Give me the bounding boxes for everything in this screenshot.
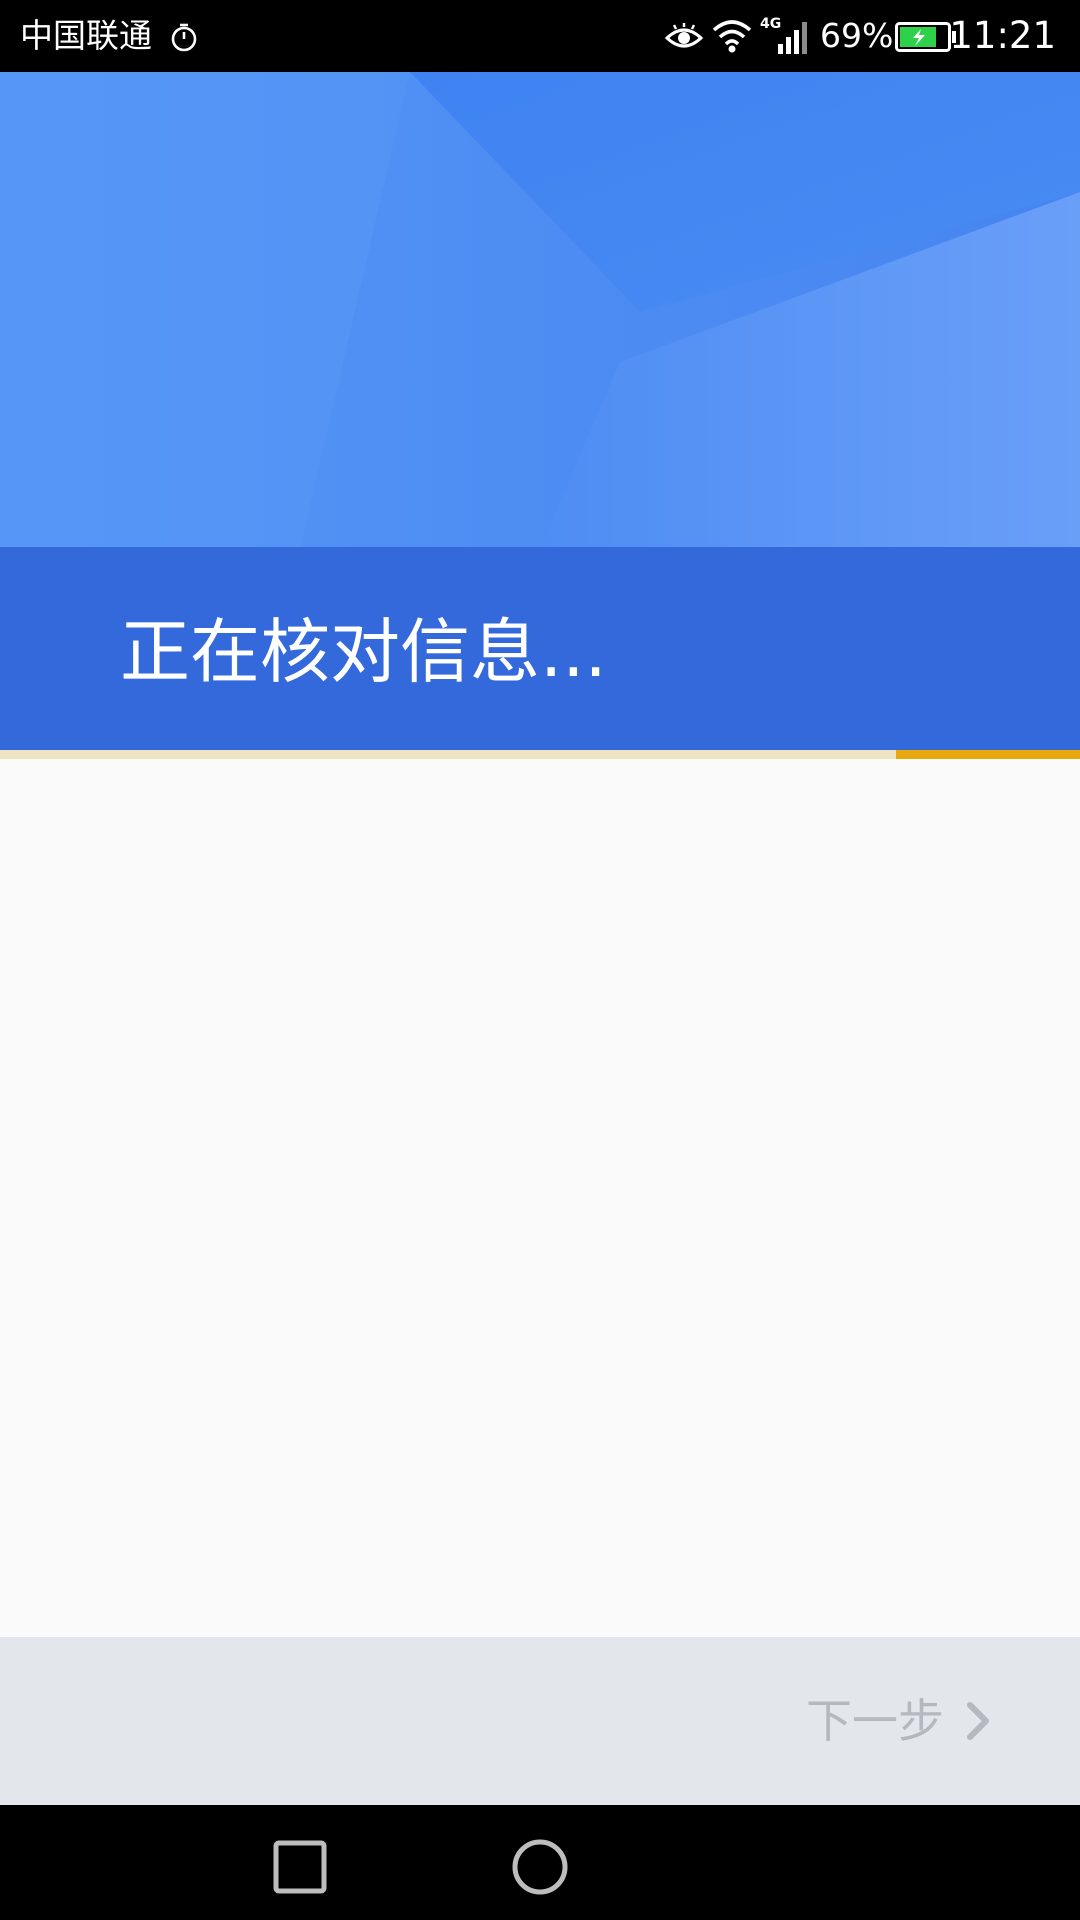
next-step-button[interactable]: 下一步 [806,1685,992,1757]
home-icon[interactable] [510,1837,570,1897]
header-decoration [0,72,1080,549]
navigation-bar [0,1805,1080,1920]
progress-bar-fill [896,750,1080,759]
chevron-right-icon [967,1702,989,1740]
screen: 中国联通 4G 69% 11:21 正在核对信息... 下一步 [0,0,1080,1920]
clock: 11:21 [949,14,1056,57]
page-title: 正在核对信息... [120,611,607,693]
progress-bar [0,750,1080,759]
battery-percent: 69% [820,16,894,55]
next-step-label: 下一步 [806,1694,944,1748]
bottom-action-bar: 下一步 [0,1637,1080,1805]
battery-charging-icon [895,22,956,52]
header-background [0,72,1080,549]
eye-icon [664,23,704,48]
content-area [0,759,1080,1637]
recents-icon[interactable] [272,1839,328,1895]
carrier-name: 中国联通 [20,16,152,55]
status-bar: 中国联通 4G 69% 11:21 [0,0,1080,72]
timer-icon [171,23,197,52]
signal-icon [778,22,807,54]
wifi-icon [712,20,752,53]
